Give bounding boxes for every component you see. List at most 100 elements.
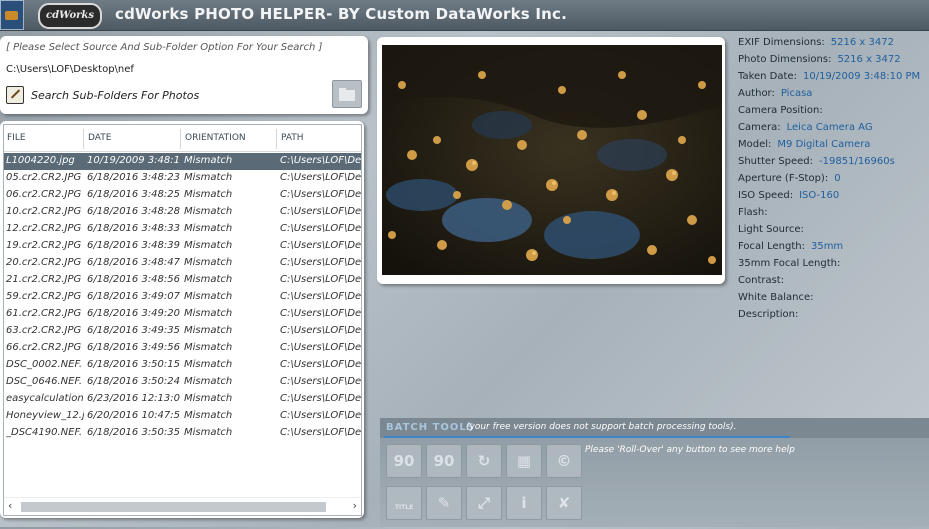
photo-preview-image [382, 45, 722, 275]
exif-row: ISO Speed: ISO-160 [738, 190, 839, 206]
table-row[interactable]: 20.cr2.CR2.JPG 6/18/2016 3:48:47 Mismatch C… [4, 255, 361, 272]
table-row[interactable]: 66.cr2.CR2.JPG 6/18/2016 3:49:56 Mismatch C… [4, 340, 361, 357]
exif-value: ISO-160 [799, 190, 840, 201]
info-button[interactable]: i [506, 486, 542, 520]
exif-row: Description: [738, 309, 804, 325]
table-row[interactable]: 06.cr2.CR2.JPG 6/18/2016 3:48:25 Mismatch C… [4, 187, 361, 204]
cell-orientation: Mismatch [184, 257, 233, 268]
cell-file: 66.cr2.CR2.JPG [6, 342, 82, 353]
table-row[interactable]: 63.cr2.CR2.JPG 6/18/2016 3:49:35 Mismatch C… [4, 323, 361, 340]
subfolder-checkbox-icon[interactable] [6, 86, 24, 104]
table-row[interactable]: 59.cr2.CR2.JPG 6/18/2016 3:49:07 Mismatch C… [4, 289, 361, 306]
exif-row: Author: Picasa [738, 88, 812, 104]
exif-row: Flash: [738, 207, 774, 223]
cell-path: C:\Users\LOF\Des [280, 325, 361, 336]
header-orientation[interactable]: ORIENTATION [185, 133, 246, 143]
exif-row: Shutter Speed: -19851/16960s [738, 156, 895, 172]
rotate-right-90-button[interactable]: 90 [426, 444, 462, 478]
exif-row: Camera Position: [738, 105, 829, 121]
app-icon [0, 0, 24, 30]
batch-divider [384, 436, 790, 438]
table-row[interactable]: 21.cr2.CR2.JPG 6/18/2016 3:48:56 Mismatch C… [4, 272, 361, 289]
cell-date: 6/18/2016 3:50:24 [87, 376, 180, 387]
cell-orientation: Mismatch [184, 359, 233, 370]
exif-remove-button[interactable]: ✘ [546, 486, 582, 520]
title-bar: cdWorks cdWorks PHOTO HELPER- BY Custom … [0, 0, 929, 31]
cell-path: C:\Users\LOF\Des [280, 359, 361, 370]
table-row[interactable]: 10.cr2.CR2.JPG 6/18/2016 3:48:28 Mismatch C… [4, 204, 361, 221]
cell-date: 6/18/2016 3:48:28 [87, 206, 180, 217]
exif-label: Author: [738, 88, 775, 99]
table-row[interactable]: _DSC4190.NEF. 6/18/2016 3:50:35 Mismatch C:… [4, 425, 361, 442]
column-divider[interactable] [180, 129, 181, 149]
exif-label: Camera Position: [738, 105, 823, 116]
exif-row: Light Source: [738, 224, 810, 240]
browse-folder-button[interactable] [332, 80, 362, 108]
exif-rotate-icon: ↻ [477, 452, 491, 470]
edit-button[interactable]: ✎ [426, 486, 462, 520]
table-row[interactable]: easycalculation 6/23/2016 12:13:0 Mismatch… [4, 391, 361, 408]
scrollbar-thumb[interactable] [21, 502, 326, 512]
subfolder-option[interactable]: Search Sub-Folders For Photos [6, 86, 199, 104]
calendar-button[interactable]: ▦ [506, 444, 542, 478]
exif-row: Taken Date: 10/19/2009 3:48:10 PM [738, 71, 920, 87]
calendar-icon: ▦ [516, 452, 532, 470]
table-row[interactable]: L1004220.jpg 10/19/2009 3:48:1 Mismatch C:\… [4, 153, 361, 170]
cell-path: C:\Users\LOF\Des [280, 342, 361, 353]
exif-value: 0 [834, 173, 841, 184]
rotate-left-90-icon: 90 [393, 452, 415, 470]
exif-rotate-button[interactable]: ↻ [466, 444, 502, 478]
table-row[interactable]: 05.cr2.CR2.JPG 6/18/2016 3:48:23 Mismatch C… [4, 170, 361, 187]
scroll-right-icon[interactable]: › [353, 499, 357, 512]
title-button[interactable]: TITLE [386, 486, 422, 520]
cell-file: 05.cr2.CR2.JPG [6, 172, 82, 183]
cell-orientation: Mismatch [184, 410, 233, 421]
source-path[interactable]: C:\Users\LOF\Desktop\nef [6, 64, 134, 75]
exif-label: Shutter Speed: [738, 156, 814, 167]
table-row[interactable]: 61.cr2.CR2.JPG 6/18/2016 3:49:20 Mismatch C… [4, 306, 361, 323]
cell-file: 10.cr2.CR2.JPG [6, 206, 82, 217]
header-date[interactable]: DATE [88, 133, 111, 143]
table-row[interactable]: 12.cr2.CR2.JPG 6/18/2016 3:48:33 Mismatch C… [4, 221, 361, 238]
cell-file: 12.cr2.CR2.JPG [6, 223, 82, 234]
table-row[interactable]: DSC_0646.NEF. 6/18/2016 3:50:24 Mismatch C:… [4, 374, 361, 391]
photo-preview [382, 45, 722, 275]
cell-date: 6/18/2016 3:48:56 [87, 274, 180, 285]
exif-row: 35mm Focal Length: [738, 258, 846, 274]
subfolder-label[interactable]: Search Sub-Folders For Photos [31, 89, 199, 102]
exif-row: Photo Dimensions: 5216 x 3472 [738, 54, 901, 70]
cell-date: 6/23/2016 12:13:0 [87, 393, 180, 404]
exif-row: White Balance: [738, 292, 820, 308]
column-divider[interactable] [83, 129, 84, 149]
cell-file: 06.cr2.CR2.JPG [6, 189, 82, 200]
cell-path: C:\Users\LOF\Des [280, 393, 361, 404]
horizontal-scrollbar[interactable]: ‹ › [4, 497, 361, 515]
cell-orientation: Mismatch [184, 342, 233, 353]
table-row[interactable]: 19.cr2.CR2.JPG 6/18/2016 3:48:39 Mismatch C… [4, 238, 361, 255]
cell-date: 6/18/2016 3:49:20 [87, 308, 180, 319]
column-divider[interactable] [276, 129, 277, 149]
cell-path: C:\Users\LOF\Des [280, 410, 361, 421]
cell-orientation: Mismatch [184, 189, 233, 200]
cell-date: 6/18/2016 3:50:35 [87, 427, 180, 438]
column-headers: FILE DATE ORIENTATION PATH [4, 125, 361, 152]
rollover-hint: Please 'Roll-Over' any button to see mor… [585, 445, 795, 455]
cell-date: 6/18/2016 3:49:35 [87, 325, 180, 336]
table-row[interactable]: DSC_0002.NEF. 6/18/2016 3:50:15 Mismatch C:… [4, 357, 361, 374]
cell-orientation: Mismatch [184, 206, 233, 217]
exif-row: Camera: Leica Camera AG [738, 122, 873, 138]
rotate-left-90-button[interactable]: 90 [386, 444, 422, 478]
header-file[interactable]: FILE [7, 133, 26, 143]
watermark-button[interactable]: © [546, 444, 582, 478]
cell-orientation: Mismatch [184, 376, 233, 387]
scroll-left-icon[interactable]: ‹ [8, 499, 12, 512]
exif-value: Picasa [780, 88, 813, 99]
cell-path: C:\Users\LOF\Des [280, 257, 361, 268]
header-path[interactable]: PATH [281, 133, 304, 143]
cell-orientation: Mismatch [184, 274, 233, 285]
table-row[interactable]: Honeyview_12.j 6/20/2016 10:47:5 Mismatch C… [4, 408, 361, 425]
file-list: FILE DATE ORIENTATION PATH L1004220.jpg 1… [3, 124, 362, 516]
cell-orientation: Mismatch [184, 393, 233, 404]
exif-value: Leica Camera AG [786, 122, 873, 133]
fit-screen-button[interactable]: ⤢ [466, 486, 502, 520]
